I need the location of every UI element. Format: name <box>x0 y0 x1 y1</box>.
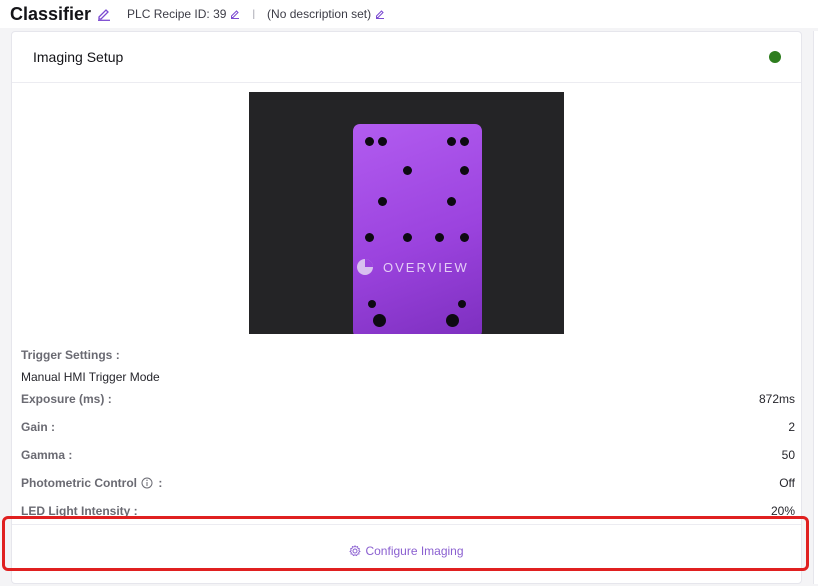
overview-logo: OVERVIEW <box>356 258 469 276</box>
purple-plate: OVERVIEW <box>353 124 482 334</box>
overview-logo-text: OVERVIEW <box>383 259 469 275</box>
page-title: Classifier <box>10 3 92 24</box>
gain-label: Gain : <box>21 420 56 434</box>
led-light-intensity-value: 20% <box>770 504 795 518</box>
status-indicator <box>769 51 781 63</box>
exposure-value: 872ms <box>758 392 795 406</box>
photometric-control-value: Off <box>779 476 795 490</box>
overview-logo-icon <box>357 259 373 275</box>
led-light-intensity-label: LED Light Intensity : <box>21 504 138 518</box>
gain-value: 2 <box>788 420 795 434</box>
photometric-control-label: Photometric Control : <box>21 476 163 490</box>
adjacent-panel-edge <box>813 31 818 584</box>
imaging-settings: Trigger Settings : Manual HMI Trigger Mo… <box>21 346 795 520</box>
card-header: Imaging Setup <box>12 32 801 83</box>
edit-description-icon[interactable] <box>375 9 385 19</box>
description-text: (No description set) <box>267 7 372 21</box>
info-icon[interactable] <box>141 477 153 489</box>
camera-preview-image: OVERVIEW <box>249 92 564 334</box>
trigger-settings-label: Trigger Settings : <box>21 348 120 362</box>
configure-imaging-label: Configure Imaging <box>365 544 464 558</box>
edit-title-icon[interactable] <box>97 7 111 21</box>
configure-imaging-button[interactable]: Configure Imaging <box>12 524 801 577</box>
page-header: Classifier PLC Recipe ID: 39 | (No descr… <box>0 0 818 28</box>
gear-icon <box>349 545 362 557</box>
plc-recipe-id: PLC Recipe ID: 39 <box>127 7 227 21</box>
header-separator: | <box>252 8 256 20</box>
exposure-label: Exposure (ms) : <box>21 392 112 406</box>
gamma-label: Gamma : <box>21 448 73 462</box>
card-title: Imaging Setup <box>33 49 124 65</box>
imaging-setup-card: Imaging Setup OVERVIEW Trigger Settings … <box>11 31 802 584</box>
trigger-settings-value: Manual HMI Trigger Mode <box>21 370 160 384</box>
edit-recipe-id-icon[interactable] <box>230 9 240 19</box>
gamma-value: 50 <box>781 448 795 462</box>
